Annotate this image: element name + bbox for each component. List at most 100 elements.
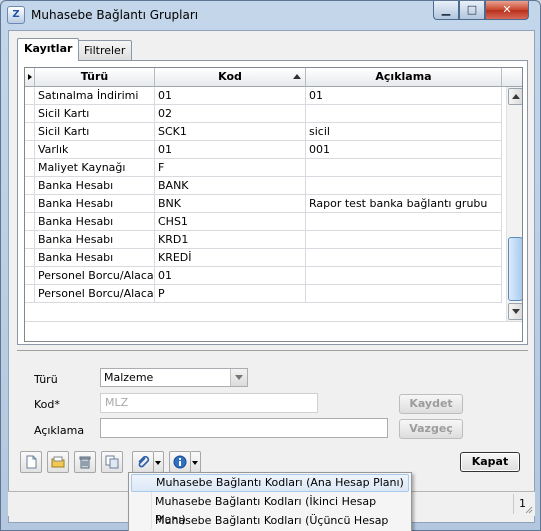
table-cell-aciklama[interactable]: Rapor test banka bağlantı grubu <box>306 195 502 213</box>
table-cell-tur[interactable]: Banka Hesabı <box>35 213 155 231</box>
title-bar[interactable]: Z Muhasebe Bağlantı Grupları ▁ □ ✕ <box>1 1 540 29</box>
table-row[interactable]: Maliyet Kaynağı F <box>25 159 506 177</box>
open-record-button[interactable] <box>47 451 69 473</box>
row-selector[interactable] <box>25 231 35 249</box>
table-cell-kod[interactable]: SCK1 <box>155 123 306 141</box>
table-row[interactable]: Varlık 01 001 <box>25 141 506 159</box>
row-selector[interactable] <box>25 87 35 105</box>
table-cell-tur[interactable]: Banka Hesabı <box>35 195 155 213</box>
vertical-scrollbar[interactable] <box>506 87 522 321</box>
menu-item-ucuncu-hesap-plani[interactable]: Muhasebe Bağlantı Kodları (Üçüncü Hesap … <box>131 512 409 530</box>
table-cell-tur[interactable]: Varlık <box>35 141 155 159</box>
kaydet-button[interactable]: Kaydet <box>399 394 463 414</box>
maximize-button[interactable]: □ <box>459 1 485 20</box>
table-cell-aciklama[interactable]: 001 <box>306 141 502 159</box>
table-row[interactable]: Satınalma İndirimi 01 01 <box>25 87 506 105</box>
table-cell-kod[interactable]: 01 <box>155 87 306 105</box>
table-row[interactable]: Banka Hesabı KRD1 <box>25 231 506 249</box>
row-selector[interactable] <box>25 267 35 285</box>
kod-label: Kod* <box>34 398 60 411</box>
menu-item-ikinci-hesap-plani[interactable]: Muhasebe Bağlantı Kodları (İkinci Hesap … <box>131 493 409 526</box>
table-cell-aciklama[interactable]: sicil <box>306 123 502 141</box>
table-cell-tur[interactable]: Satınalma İndirimi <box>35 87 155 105</box>
table-row[interactable]: Banka Hesabı KREDİ <box>25 249 506 267</box>
table-row[interactable]: Banka Hesabı CHS1 <box>25 213 506 231</box>
table-cell-kod[interactable]: F <box>155 159 306 177</box>
row-selector[interactable] <box>25 285 35 303</box>
minimize-button[interactable]: ▁ <box>433 1 459 20</box>
table-cell-kod[interactable]: BANK <box>155 177 306 195</box>
copy-icon <box>105 455 119 469</box>
row-selector[interactable] <box>25 123 35 141</box>
records-panel: Türü Kod Açıklama Satınalma İndirimi 01 01… <box>17 60 528 345</box>
info-button[interactable] <box>169 451 191 473</box>
table-row[interactable]: Sicil Kartı SCK1 sicil <box>25 123 506 141</box>
table-cell-aciklama[interactable]: 01 <box>306 87 502 105</box>
table-cell-kod[interactable]: P <box>155 285 306 303</box>
row-selector-header[interactable] <box>25 68 35 87</box>
table-cell-aciklama[interactable] <box>306 267 502 285</box>
scroll-down-icon[interactable] <box>508 303 522 320</box>
table-cell-aciklama[interactable] <box>306 213 502 231</box>
info-dropdown-button[interactable] <box>191 451 201 473</box>
tab-kayitlar[interactable]: Kayıtlar <box>17 38 80 61</box>
row-selector[interactable] <box>25 177 35 195</box>
attachment-dropdown-button[interactable] <box>154 451 164 473</box>
table-cell-aciklama[interactable] <box>306 231 502 249</box>
row-selector[interactable] <box>25 105 35 123</box>
chevron-down-icon[interactable] <box>230 369 247 386</box>
table-row[interactable]: Personel Borcu/Alacağı 01 <box>25 267 506 285</box>
new-record-button[interactable] <box>20 451 42 473</box>
table-cell-tur[interactable]: Maliyet Kaynağı <box>35 159 155 177</box>
table-row[interactable]: Sicil Kartı 02 <box>25 105 506 123</box>
delete-button[interactable] <box>74 451 96 473</box>
table-cell-kod[interactable]: BNK <box>155 195 306 213</box>
divider <box>17 350 528 351</box>
sort-ascending-icon <box>293 74 301 79</box>
tab-filtreler[interactable]: Filtreler <box>77 40 133 61</box>
table-cell-kod[interactable]: 01 <box>155 267 306 285</box>
table-cell-aciklama[interactable] <box>306 177 502 195</box>
row-selector[interactable] <box>25 195 35 213</box>
row-selector[interactable] <box>25 141 35 159</box>
column-header-kod[interactable]: Kod <box>155 68 306 87</box>
kapat-button[interactable]: Kapat <box>460 452 520 472</box>
table-cell-tur[interactable]: Banka Hesabı <box>35 249 155 267</box>
table-cell-tur[interactable]: Sicil Kartı <box>35 123 155 141</box>
table-row[interactable]: Personel Borcu/Alacağı P <box>25 285 506 303</box>
kod-field[interactable]: MLZ <box>100 393 318 413</box>
table-cell-kod[interactable]: KREDİ <box>155 249 306 267</box>
table-row[interactable]: Banka Hesabı BNK Rapor test banka bağlantı… <box>25 195 506 213</box>
column-header-aciklama[interactable]: Açıklama <box>306 68 502 87</box>
scrollbar-thumb[interactable] <box>508 237 522 301</box>
table-cell-aciklama[interactable] <box>306 105 502 123</box>
column-header-turu[interactable]: Türü <box>35 68 155 87</box>
table-cell-tur[interactable]: Banka Hesabı <box>35 177 155 195</box>
table-cell-kod[interactable]: KRD1 <box>155 231 306 249</box>
table-cell-tur[interactable]: Personel Borcu/Alacağı <box>35 267 155 285</box>
copy-button[interactable] <box>101 451 123 473</box>
vazgec-button[interactable]: Vazgeç <box>399 419 463 439</box>
row-selector[interactable] <box>25 213 35 231</box>
scroll-up-icon[interactable] <box>508 88 522 105</box>
table-cell-kod[interactable]: 02 <box>155 105 306 123</box>
aciklama-label: Açıklama <box>34 424 85 437</box>
table-cell-tur[interactable]: Banka Hesabı <box>35 231 155 249</box>
attachment-button[interactable] <box>132 451 154 473</box>
close-button[interactable]: ✕ <box>485 1 529 20</box>
attachment-dropdown-menu: Muhasebe Bağlantı Kodları (Ana Hesap Pla… <box>128 472 412 531</box>
table-cell-aciklama[interactable] <box>306 159 502 177</box>
row-selector[interactable] <box>25 159 35 177</box>
table-cell-aciklama[interactable] <box>306 285 502 303</box>
aciklama-field[interactable] <box>100 418 388 438</box>
table-cell-kod[interactable]: CHS1 <box>155 213 306 231</box>
turu-select[interactable]: Malzeme <box>100 368 248 387</box>
table-cell-aciklama[interactable] <box>306 249 502 267</box>
table-cell-tur[interactable]: Sicil Kartı <box>35 105 155 123</box>
table-cell-tur[interactable]: Personel Borcu/Alacağı <box>35 285 155 303</box>
menu-item-ana-hesap-plani[interactable]: Muhasebe Bağlantı Kodları (Ana Hesap Pla… <box>131 474 409 492</box>
resize-grip-icon[interactable] <box>523 504 533 514</box>
table-cell-kod[interactable]: 01 <box>155 141 306 159</box>
row-selector[interactable] <box>25 249 35 267</box>
table-row[interactable]: Banka Hesabı BANK <box>25 177 506 195</box>
